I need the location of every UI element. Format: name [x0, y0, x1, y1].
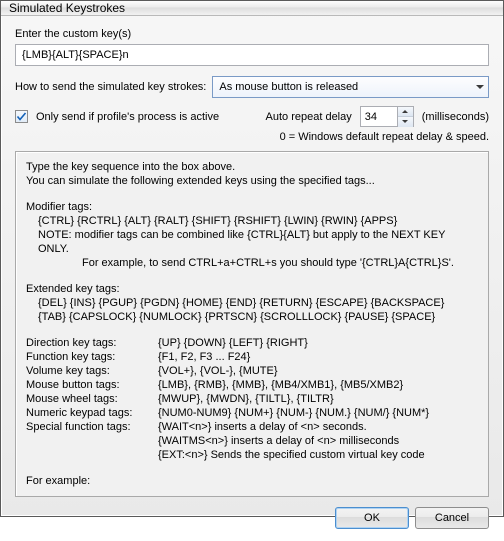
spec-label: Special function tags:: [26, 420, 158, 434]
dir-tags: {UP} {DOWN} {LEFT} {RIGHT}: [158, 336, 478, 350]
dialog-window: Simulated Keystrokes Enter the custom ke…: [0, 0, 504, 517]
spec-blank1: [26, 434, 158, 448]
num-tags: {NUM0-NUM9} {NUM+} {NUM-} {NUM.} {NUM/} …: [158, 406, 478, 420]
content-area: Enter the custom key(s) How to send the …: [1, 16, 503, 497]
spin-down-button[interactable]: [398, 117, 413, 127]
vol-tags: {VOL+}, {VOL-}, {MUTE}: [158, 364, 478, 378]
for-example: For example:: [26, 474, 478, 488]
dialog-footer: OK Cancel: [1, 497, 503, 541]
func-tags: {F1, F2, F3 ... F24}: [158, 350, 478, 364]
spec-tags1: {WAIT<n>} inserts a delay of <n> seconds…: [158, 420, 478, 434]
keytag-grid: Direction key tags:{UP} {DOWN} {LEFT} {R…: [26, 336, 478, 462]
check-icon: [16, 111, 27, 122]
help-text-area: Type the key sequence into the box above…: [15, 151, 489, 497]
milliseconds-label: (milliseconds): [422, 111, 489, 123]
extended-tags2: {TAB} {CAPSLOCK} {NUMLOCK} {PRTSCN} {SCR…: [26, 310, 478, 324]
help-intro1: Type the key sequence into the box above…: [26, 160, 478, 174]
repeat-delay-input[interactable]: [361, 111, 397, 123]
repeat-delay-spinner[interactable]: [360, 106, 414, 127]
ok-button[interactable]: OK: [335, 507, 409, 529]
chevron-down-icon: [476, 85, 484, 89]
send-mode-value: As mouse button is released: [219, 81, 358, 93]
extended-tags-header: Extended key tags:: [26, 282, 478, 296]
extended-tags1: {DEL} {INS} {PGUP} {PGDN} {HOME} {END} {…: [26, 296, 478, 310]
modifier-note1: NOTE: modifier tags can be combined like…: [26, 228, 478, 256]
titlebar: Simulated Keystrokes: [1, 1, 503, 16]
cancel-button[interactable]: Cancel: [415, 507, 489, 529]
modifier-tags-header: Modifier tags:: [26, 200, 478, 214]
options-row: Only send if profile's process is active…: [15, 106, 489, 127]
send-mode-label: How to send the simulated key strokes:: [15, 81, 206, 93]
help-intro2: You can simulate the following extended …: [26, 174, 478, 188]
send-mode-row: How to send the simulated key strokes: A…: [15, 76, 489, 98]
only-send-checkbox[interactable]: [15, 110, 28, 123]
num-label: Numeric keypad tags:: [26, 406, 158, 420]
custom-keys-input[interactable]: [15, 44, 489, 66]
func-label: Function key tags:: [26, 350, 158, 364]
mb-tags: {LMB}, {RMB}, {MMB}, {MB4/XMB1}, {MB5/XM…: [158, 378, 478, 392]
send-mode-dropdown[interactable]: As mouse button is released: [212, 76, 489, 98]
only-send-label: Only send if profile's process is active: [36, 111, 219, 123]
modifier-note2: For example, to send CTRL+a+CTRL+s you s…: [26, 256, 478, 270]
spec-tags3: {EXT:<n>} Sends the specified custom vir…: [158, 448, 478, 462]
mw-label: Mouse wheel tags:: [26, 392, 158, 406]
spec-blank2: [26, 448, 158, 462]
default-note: 0 = Windows default repeat delay & speed…: [15, 131, 489, 143]
dir-label: Direction key tags:: [26, 336, 158, 350]
arrow-up-icon: [402, 110, 408, 113]
vol-label: Volume key tags:: [26, 364, 158, 378]
spec-tags2: {WAITMS<n>} inserts a delay of <n> milli…: [158, 434, 478, 448]
modifier-tags-list: {CTRL} {RCTRL} {ALT} {RALT} {SHIFT} {RSH…: [26, 214, 478, 228]
spin-up-button[interactable]: [398, 107, 413, 117]
mw-tags: {MWUP}, {MWDN}, {TILTL}, {TILTR}: [158, 392, 478, 406]
arrow-down-icon: [402, 120, 408, 123]
enter-keys-label: Enter the custom key(s): [15, 28, 489, 40]
window-title: Simulated Keystrokes: [9, 1, 125, 15]
mb-label: Mouse button tags:: [26, 378, 158, 392]
auto-repeat-label: Auto repeat delay: [266, 111, 352, 123]
